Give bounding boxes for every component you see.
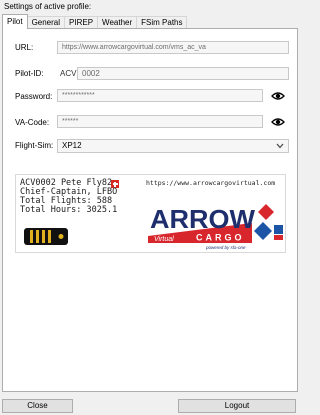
url-label: URL: <box>15 43 34 52</box>
logout-button[interactable]: Logout <box>178 399 296 413</box>
va-code-label: VA-Code: <box>15 118 50 127</box>
profile-heading: Settings of active profile: <box>4 2 92 11</box>
pilot-banner: ACV0002 Pete Fly82 https://www.arrowcarg… <box>15 174 286 253</box>
url-field[interactable]: https://www.arrowcargovirtual.com/vms_ac… <box>57 41 289 54</box>
pilot-id-field[interactable]: 0002 <box>77 67 289 80</box>
logo-sub-text: CARGO <box>196 233 245 243</box>
va-code-field[interactable]: ****** <box>57 115 263 128</box>
tab-bar: Pilot General PIREP Weather FSim Paths <box>2 14 188 29</box>
flight-sim-select[interactable]: XP12 <box>57 139 289 153</box>
logo-side-text: Virtual <box>154 236 174 243</box>
banner-total-hours: Total Hours: 3025.1 <box>20 205 118 215</box>
arrow-cargo-logo: ARROW Virtual CARGO powered by sfa-one <box>148 204 283 250</box>
flight-sim-value: XP12 <box>62 141 82 150</box>
pilot-tab-panel: URL: https://www.arrowcargovirtual.com/v… <box>2 28 298 392</box>
banner-url: https://www.arrowcargovirtual.com <box>146 179 276 187</box>
eye-icon[interactable] <box>271 91 285 101</box>
password-field[interactable]: ************ <box>57 89 263 102</box>
password-label: Password: <box>15 92 53 101</box>
epaulette-icon <box>24 228 68 245</box>
logo-powered-text: powered by sfa-one <box>205 245 246 250</box>
pilot-id-label: Pilot-ID: <box>15 69 44 78</box>
logo-text: ARROW <box>150 204 255 234</box>
pilot-id-prefix: ACV <box>60 69 77 78</box>
chevron-down-icon <box>276 143 284 149</box>
flight-sim-label: Flight-Sim: <box>15 141 54 150</box>
eye-icon[interactable] <box>271 117 285 127</box>
close-button[interactable]: Close <box>2 399 73 413</box>
tab-pilot[interactable]: Pilot <box>2 14 28 29</box>
